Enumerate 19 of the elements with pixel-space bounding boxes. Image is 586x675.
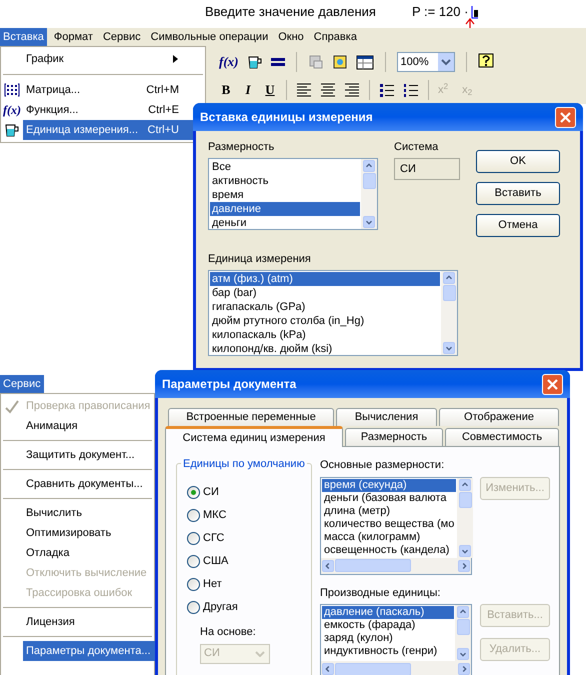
radio-label: СГС xyxy=(203,530,224,546)
dialog-title: Вставка единицы измерения xyxy=(200,109,374,126)
radio-label: США xyxy=(203,554,228,569)
group-title: Единицы по умолчанию xyxy=(181,456,307,472)
system-field: СИ xyxy=(394,158,460,180)
radio-label: СИ xyxy=(203,484,219,500)
field-label: На основе: xyxy=(200,625,257,640)
function-glyph: f(x) xyxy=(3,102,21,119)
field-label: Система xyxy=(394,140,440,155)
radio-label: МКС xyxy=(203,508,226,523)
radio-label: Другая xyxy=(203,600,238,615)
field-label: Размерность xyxy=(208,140,276,155)
field-label: Основные размерности: xyxy=(320,458,446,473)
dialog-title: Параметры документа xyxy=(162,376,298,393)
radio-label: Нет xyxy=(203,576,222,592)
math-expression: P := 120 · xyxy=(412,3,468,22)
field-label: Производные единицы: xyxy=(320,586,442,600)
prompt-text: Введите значение давления xyxy=(205,3,376,22)
field-label: Единица измерения xyxy=(208,252,312,267)
